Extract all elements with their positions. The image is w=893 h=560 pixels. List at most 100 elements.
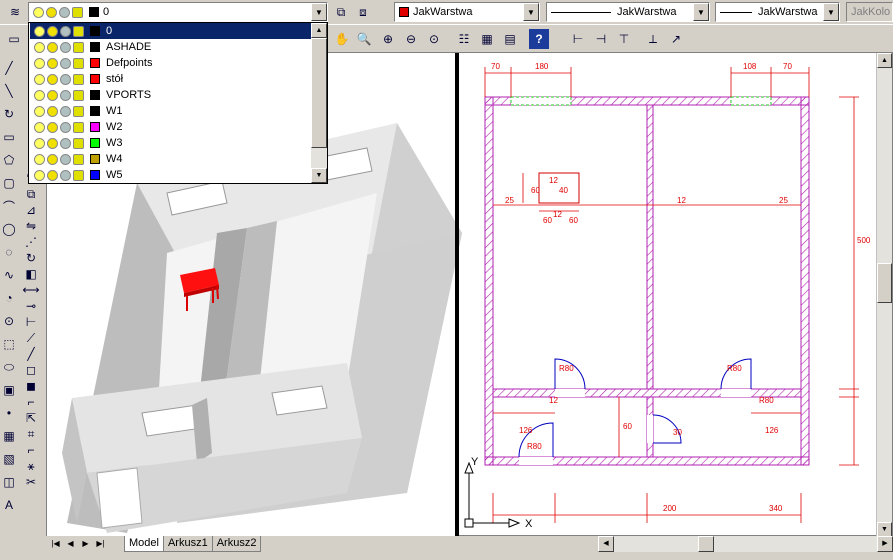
layer-list-item[interactable]: W3 [30, 135, 327, 151]
trim-icon[interactable]: ⊸ [22, 298, 40, 314]
tab-prev-button[interactable]: ◀ [63, 537, 78, 551]
color-combo[interactable]: JakWarstwa ▼ [394, 2, 540, 22]
sun-icon[interactable] [47, 137, 58, 149]
freeze-icon[interactable] [60, 153, 71, 165]
explode-icon[interactable]: ⌐ [22, 394, 40, 410]
horizontal-scrollbar[interactable]: ◀ ▶ [598, 536, 893, 552]
freeze-icon[interactable] [60, 73, 71, 85]
lock-icon[interactable] [73, 121, 84, 133]
lineweight-combo-arrow[interactable]: ▼ [823, 3, 839, 21]
design-center-icon[interactable]: ▦ [477, 29, 497, 49]
ellipse-icon[interactable]: ◔ [0, 288, 18, 308]
dim-leader-icon[interactable]: ↗ [666, 29, 686, 49]
array-icon[interactable]: ⋰ [22, 234, 40, 250]
layer-combo-arrow[interactable]: ▼ [311, 3, 327, 21]
freeze-icon[interactable] [60, 89, 71, 101]
layer-dropdown-list[interactable]: 0 ASHADE Defpoints stół VPORTS W1 W2 W3 W4 W5 ▲ ▼ [28, 22, 328, 184]
join-icon[interactable]: ╱ [22, 346, 40, 362]
freeze-icon[interactable] [60, 105, 71, 117]
layer-list-item[interactable]: 0 [30, 23, 327, 39]
plotstyle-combo[interactable]: JakKolo [846, 2, 893, 22]
dim-baseline-icon[interactable]: ⊤ [614, 29, 634, 49]
layer-list-scroll-down[interactable]: ▼ [311, 168, 327, 183]
layer-previous-icon[interactable]: ⧈ [353, 2, 373, 22]
construction-line-icon[interactable]: ╲ [0, 81, 18, 101]
cut-icon[interactable]: ✂ [22, 474, 40, 490]
sun-icon[interactable] [47, 121, 58, 133]
gradient-icon[interactable]: ▧ [0, 449, 18, 469]
layer-list-item[interactable]: W4 [30, 151, 327, 167]
help-icon[interactable]: ? [529, 29, 549, 49]
scroll-down-arrow[interactable]: ▼ [877, 522, 892, 537]
dot-icon[interactable]: • [0, 403, 18, 423]
sun-icon[interactable] [47, 41, 58, 53]
hscroll-thumb[interactable] [698, 536, 714, 552]
scroll-up-arrow[interactable]: ▲ [877, 53, 892, 68]
sun-icon[interactable] [47, 25, 58, 37]
explode-star-icon[interactable]: ⚹ [22, 458, 40, 474]
tab-arkusz2[interactable]: Arkusz2 [211, 536, 262, 552]
freeze-icon[interactable] [60, 25, 71, 37]
linetype-combo[interactable]: JakWarstwa ▼ [546, 2, 710, 22]
ellipse-arc-icon[interactable]: ⊙ [0, 311, 18, 331]
hscroll-left-arrow[interactable]: ◀ [598, 536, 614, 552]
line-icon[interactable]: ╱ [0, 58, 18, 78]
move-icon[interactable]: ⇱ [22, 410, 40, 426]
tab-first-button[interactable]: |◀ [48, 537, 63, 551]
dim-ordinate-icon[interactable]: ⟂ [643, 29, 663, 49]
freeze-icon[interactable] [60, 169, 71, 181]
lock-icon[interactable] [73, 89, 84, 101]
bulb-icon[interactable] [34, 137, 45, 149]
lineweight-combo[interactable]: JakWarstwa ▼ [715, 2, 840, 22]
bulb-icon[interactable] [34, 41, 45, 53]
circle-icon[interactable]: ◯ [0, 219, 18, 239]
bulb-icon[interactable] [34, 105, 45, 117]
text-icon[interactable]: A [0, 495, 18, 515]
sun-icon[interactable] [47, 73, 58, 85]
scroll-thumb[interactable] [877, 263, 892, 303]
pentagon-icon[interactable]: ⬠ [0, 150, 18, 170]
copy-icon[interactable]: ⧉ [22, 186, 40, 202]
sun-icon[interactable] [47, 105, 58, 117]
rotate-icon[interactable]: ↻ [22, 250, 40, 266]
offset-icon[interactable]: ⇋ [22, 218, 40, 234]
viewport-plan[interactable]: 70 180 108 70 25 12 25 500 12 126 12 126 R80 R80 R80 R8… [464, 62, 871, 530]
layer-list-item[interactable]: stół [30, 71, 327, 87]
lock-icon[interactable] [73, 137, 84, 149]
lock-icon[interactable] [73, 169, 84, 181]
layer-combo[interactable]: 0 ▼ [28, 2, 328, 22]
lock-icon[interactable] [73, 153, 84, 165]
properties-icon[interactable]: ☷ [454, 29, 474, 49]
tab-last-button[interactable]: ▶| [93, 537, 108, 551]
dim-linear-icon[interactable]: ⊢ [568, 29, 588, 49]
layer-list-scroll-up[interactable]: ▲ [311, 23, 327, 38]
grid-icon[interactable]: ⌗ [22, 426, 40, 442]
layer-list-item[interactable]: W2 [30, 119, 327, 135]
make-block-icon[interactable]: ⬭ [0, 357, 18, 377]
sun-icon[interactable] [47, 169, 58, 181]
bulb-icon[interactable] [34, 25, 45, 37]
spline-icon[interactable]: ∿ [0, 265, 18, 285]
layer-list-scroll-thumb[interactable] [311, 38, 327, 148]
rectangle-icon[interactable]: ▢ [0, 173, 18, 193]
stretch-icon[interactable]: ⟷ [22, 282, 40, 298]
sun-icon[interactable] [47, 153, 58, 165]
scale-icon[interactable]: ◧ [22, 266, 40, 282]
vertical-scrollbar[interactable]: ▲ ▼ [876, 53, 892, 537]
chamfer-icon[interactable]: ◻ [22, 362, 40, 378]
layer-list-item[interactable]: ASHADE [30, 39, 327, 55]
corner-icon[interactable]: ⌐ [22, 442, 40, 458]
hatch-icon[interactable]: ▦ [0, 426, 18, 446]
polyline-icon[interactable]: ↻ [0, 104, 18, 124]
zoom-window-icon[interactable]: ⊕ [378, 29, 398, 49]
linetype-combo-arrow[interactable]: ▼ [693, 3, 709, 21]
sun-icon[interactable] [47, 57, 58, 69]
zoom-extents-icon[interactable]: ⊙ [424, 29, 444, 49]
freeze-icon[interactable] [60, 121, 71, 133]
fillet-icon[interactable]: ◼ [22, 378, 40, 394]
layer-list-item[interactable]: W1 [30, 103, 327, 119]
zoom-previous-icon[interactable]: ⊖ [401, 29, 421, 49]
hscroll-right-arrow[interactable]: ▶ [877, 536, 893, 552]
lock-icon[interactable] [73, 25, 84, 37]
realtime-pan-icon[interactable]: ✋ [332, 29, 352, 49]
